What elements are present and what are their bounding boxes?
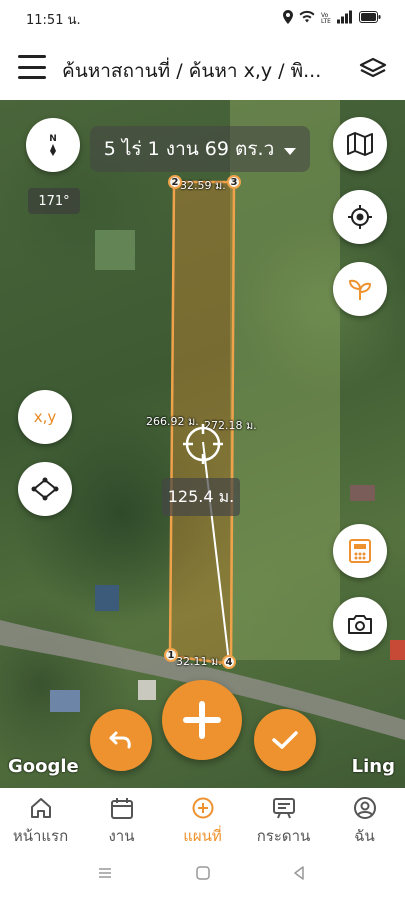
- nav-item-board[interactable]: กระดาน: [243, 788, 324, 850]
- nav-label: กระดาน: [256, 827, 311, 845]
- vertex-marker[interactable]: 3: [227, 175, 241, 189]
- nav-label: งาน: [108, 827, 135, 845]
- app-header: ค้นหาสถานที่ / ค้นหา x,y / พิ...: [0, 36, 405, 100]
- camera-icon: [348, 615, 372, 634]
- back-icon[interactable]: [290, 864, 308, 882]
- sprout-icon: [349, 279, 371, 300]
- bottom-navigation: หน้าแรก งาน แผนที่ กระดาน ฉัน: [0, 788, 405, 850]
- board-icon: [272, 798, 295, 819]
- area-label: 5 ไร่ 1 งาน 69 ตร.ว: [103, 138, 275, 160]
- add-circle-icon: [192, 797, 213, 819]
- distance-readout: 125.4 ม.: [162, 478, 240, 516]
- layers-icon[interactable]: [359, 56, 387, 80]
- vertex-marker[interactable]: 1: [164, 648, 178, 662]
- plant-button[interactable]: [333, 262, 387, 316]
- svg-text:LTE: LTE: [321, 18, 331, 24]
- map-icon: [347, 132, 373, 156]
- my-location-button[interactable]: [333, 190, 387, 244]
- recents-icon[interactable]: [96, 864, 114, 882]
- nav-item-home[interactable]: หน้าแรก: [0, 788, 81, 850]
- status-icons: Vo LTE: [283, 10, 381, 24]
- calculator-button[interactable]: [333, 524, 387, 578]
- profile-icon: [353, 797, 376, 819]
- heading-readout: 171°: [28, 188, 80, 214]
- chevron-down-icon: [284, 147, 297, 155]
- undo-button[interactable]: [90, 709, 152, 771]
- draw-polygon-button[interactable]: [18, 462, 72, 516]
- center-crosshair-icon: [183, 424, 223, 464]
- page-title[interactable]: ค้นหาสถานที่ / ค้นหา x,y / พิ...: [62, 56, 344, 86]
- compass-button[interactable]: N: [26, 118, 80, 172]
- google-attribution: Google: [8, 756, 79, 777]
- map-type-button[interactable]: [333, 117, 387, 171]
- ling-attribution: Ling: [351, 756, 395, 777]
- location-icon: [283, 10, 293, 24]
- add-point-button[interactable]: [162, 680, 242, 760]
- vertex-marker[interactable]: 4: [222, 655, 236, 669]
- system-navigation: [0, 850, 405, 900]
- nav-item-me[interactable]: ฉัน: [324, 788, 405, 850]
- nav-item-tasks[interactable]: งาน: [81, 788, 162, 850]
- polygon-icon: [31, 477, 59, 501]
- top-edge-length: 32.59 ม.: [180, 179, 226, 192]
- signal-icon: [337, 10, 352, 24]
- confirm-button[interactable]: [254, 709, 316, 771]
- svg-text:N: N: [49, 134, 57, 144]
- crosshair-icon: [348, 205, 372, 229]
- calculator-icon: [349, 539, 371, 563]
- xy-label: x,y: [33, 408, 57, 426]
- status-time: 11:51 น.: [26, 13, 81, 28]
- compass-icon: N: [49, 134, 57, 156]
- map-view[interactable]: N 171° 5 ไร่ 1 งาน 69 ตร.ว x,y 32.59 ม. …: [0, 100, 405, 788]
- volte-icon: VoLTE: [321, 12, 331, 24]
- nav-label: ฉัน: [354, 827, 375, 845]
- nav-label: หน้าแรก: [12, 827, 69, 845]
- nav-item-map[interactable]: แผนที่: [162, 788, 243, 850]
- wifi-icon: [299, 10, 315, 23]
- check-icon: [272, 731, 298, 749]
- nav-label: แผนที่: [183, 827, 222, 845]
- status-bar: 11:51 น. Vo LTE: [0, 0, 405, 36]
- xy-coordinate-button[interactable]: x,y: [18, 390, 72, 444]
- undo-icon: [109, 731, 131, 749]
- area-dropdown[interactable]: 5 ไร่ 1 งาน 69 ตร.ว: [90, 126, 310, 172]
- camera-button[interactable]: [333, 597, 387, 651]
- battery-icon: [359, 11, 381, 23]
- hamburger-icon[interactable]: [18, 55, 46, 79]
- calendar-icon: [110, 798, 133, 819]
- vertex-marker[interactable]: 2: [168, 175, 182, 189]
- home-icon: [30, 798, 51, 818]
- plus-icon: [183, 701, 221, 739]
- bottom-edge-length: 32.11 ม.: [176, 655, 222, 668]
- home-square-icon[interactable]: [194, 864, 212, 882]
